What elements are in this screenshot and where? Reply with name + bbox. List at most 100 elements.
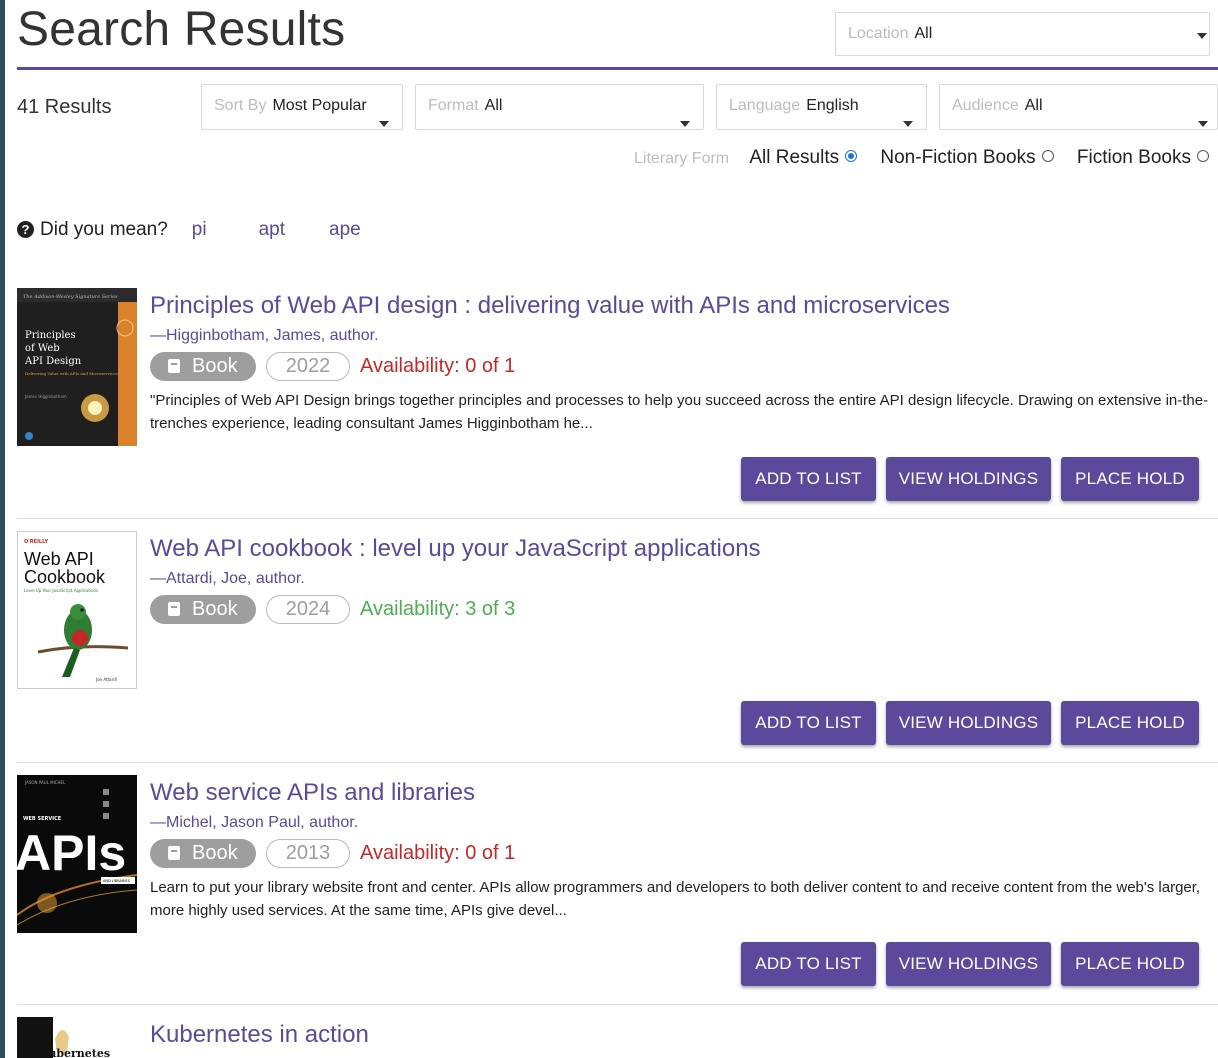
language-label: Language <box>729 97 801 114</box>
sort-label: Sort By <box>214 97 267 114</box>
result-count: 41 Results <box>17 96 112 118</box>
result-title-link[interactable]: Kubernetes in action <box>150 1021 369 1049</box>
result-item: Kubernetes Kubernetes in action <box>17 1017 1218 1058</box>
sort-value: Most Popular <box>272 97 367 114</box>
author-link[interactable]: —Attardi, Joe, author. <box>150 570 305 588</box>
literary-form-option-nonfiction[interactable]: Non-Fiction Books <box>880 147 1054 168</box>
radio-selected-icon[interactable] <box>845 150 858 162</box>
literary-form-option-fiction[interactable]: Fiction Books <box>1077 147 1209 168</box>
book-cover-art: Kubernetes <box>17 1017 137 1058</box>
result-divider <box>17 518 1218 519</box>
chevron-down-icon <box>1198 121 1208 127</box>
availability-status: Availability: 0 of 1 <box>360 842 516 864</box>
book-icon <box>168 602 180 616</box>
suggestion-link[interactable]: pi <box>192 219 207 240</box>
format-value: All <box>484 97 503 114</box>
cover-author: JASON PAUL MICHEL <box>24 780 66 785</box>
radio-icon[interactable] <box>1041 150 1054 162</box>
place-hold-button[interactable]: PLACE HOLD <box>1061 457 1199 501</box>
literary-form-label: Literary Form <box>634 150 730 167</box>
format-text: Book <box>192 598 238 620</box>
book-cover[interactable]: Kubernetes <box>17 1017 137 1058</box>
language-select[interactable]: Language English <box>716 84 927 130</box>
result-item: JASON PAUL MICHEL WEB SERVICE APIs AND L… <box>17 775 1218 1005</box>
audience-value: All <box>1024 97 1043 114</box>
availability-status: Availability: 3 of 3 <box>360 598 516 620</box>
book-cover[interactable]: O'REILLY Web API Cookbook Level Up Your … <box>17 531 137 689</box>
year-badge: 2013 <box>266 839 350 868</box>
location-value: All <box>914 25 933 42</box>
book-cover[interactable]: The Addison-Wesley Signature Series Prin… <box>17 288 137 446</box>
format-text: Book <box>192 355 238 377</box>
availability-status: Availability: 0 of 1 <box>360 355 516 377</box>
cover-author: Joe Attardi <box>95 677 117 682</box>
year-badge: 2022 <box>266 352 350 381</box>
result-divider <box>17 1004 1218 1005</box>
book-cover-art: O'REILLY Web API Cookbook Level Up Your … <box>18 532 136 688</box>
book-cover-art: JASON PAUL MICHEL WEB SERVICE APIs AND L… <box>17 775 137 933</box>
result-title-link[interactable]: Web API cookbook : level up your JavaScr… <box>150 535 761 563</box>
format-select[interactable]: Format All <box>415 84 704 130</box>
book-icon <box>168 359 180 373</box>
cover-big-text: APIs <box>17 825 126 881</box>
radio-icon[interactable] <box>1196 150 1209 162</box>
suggestion-link[interactable]: ape <box>329 219 361 240</box>
cover-publisher: O'REILLY <box>24 539 49 545</box>
did-you-mean-label: Did you mean? <box>40 219 168 240</box>
audience-label: Audience <box>952 97 1019 114</box>
option-label: Fiction Books <box>1076 147 1191 168</box>
format-badge: Book <box>150 352 256 381</box>
result-item: The Addison-Wesley Signature Series Prin… <box>17 288 1218 518</box>
result-description: "Principles of Web API Design brings tog… <box>150 392 1209 432</box>
option-label: Non-Fiction Books <box>880 147 1036 168</box>
option-label: All Results <box>749 147 840 168</box>
add-to-list-button[interactable]: ADD TO LIST <box>741 701 876 745</box>
suggestion-link[interactable]: apt <box>259 219 285 240</box>
book-icon <box>168 846 180 860</box>
cover-line: Cookbook <box>24 567 106 587</box>
place-hold-button[interactable]: PLACE HOLD <box>1061 701 1199 745</box>
page-title: Search Results <box>17 3 346 56</box>
cover-series: The Addison-Wesley Signature Series <box>23 294 118 300</box>
cover-label: WEB SERVICE <box>23 816 62 822</box>
view-holdings-button[interactable]: VIEW HOLDINGS <box>886 701 1051 745</box>
place-hold-button[interactable]: PLACE HOLD <box>1061 942 1199 986</box>
format-text: Book <box>192 842 238 864</box>
chevron-down-icon <box>379 121 389 127</box>
cover-line: of Web <box>25 343 60 354</box>
literary-form-option-all[interactable]: All Results <box>749 147 858 168</box>
cover-author: James Higginbotham <box>24 394 67 399</box>
result-item: O'REILLY Web API Cookbook Level Up Your … <box>17 531 1218 761</box>
add-to-list-button[interactable]: ADD TO LIST <box>741 457 876 501</box>
did-you-mean: ? Did you mean? pi apt ape <box>17 219 381 241</box>
year-badge: 2024 <box>266 595 350 624</box>
chevron-down-icon <box>1197 33 1207 39</box>
cover-subtitle: AND LIBRARIES <box>103 879 131 883</box>
question-circle-icon: ? <box>17 221 34 238</box>
location-select[interactable]: Location All <box>835 12 1210 56</box>
format-badge: Book <box>150 595 256 624</box>
cover-subtitle: Delivering Value with APIs and Microserv… <box>25 371 118 376</box>
cover-line: Web API <box>24 549 94 569</box>
cover-line: Principles <box>25 330 76 341</box>
audience-select[interactable]: Audience All <box>939 84 1218 130</box>
view-holdings-button[interactable]: VIEW HOLDINGS <box>886 457 1051 501</box>
language-value: English <box>806 97 859 114</box>
cover-title: Kubernetes <box>39 1047 110 1058</box>
chevron-down-icon <box>903 121 913 127</box>
author-link[interactable]: —Higginbotham, James, author. <box>150 327 379 345</box>
result-description: Learn to put your library website front … <box>150 879 1201 919</box>
view-holdings-button[interactable]: VIEW HOLDINGS <box>886 942 1051 986</box>
format-label: Format <box>428 97 479 114</box>
format-badge: Book <box>150 839 256 868</box>
add-to-list-button[interactable]: ADD TO LIST <box>741 942 876 986</box>
book-cover-art: The Addison-Wesley Signature Series Prin… <box>17 288 137 446</box>
cover-line: API Design <box>24 356 82 367</box>
result-title-link[interactable]: Principles of Web API design : deliverin… <box>150 292 950 320</box>
cover-subtitle: Level Up Your JavaScript Applications <box>24 588 98 593</box>
literary-form-filter: Literary Form All Results Non-Fiction Bo… <box>634 147 1218 169</box>
author-link[interactable]: —Michel, Jason Paul, author. <box>150 814 358 832</box>
result-title-link[interactable]: Web service APIs and libraries <box>150 779 475 807</box>
sort-select[interactable]: Sort By Most Popular <box>201 84 403 130</box>
book-cover[interactable]: JASON PAUL MICHEL WEB SERVICE APIs AND L… <box>17 775 137 933</box>
